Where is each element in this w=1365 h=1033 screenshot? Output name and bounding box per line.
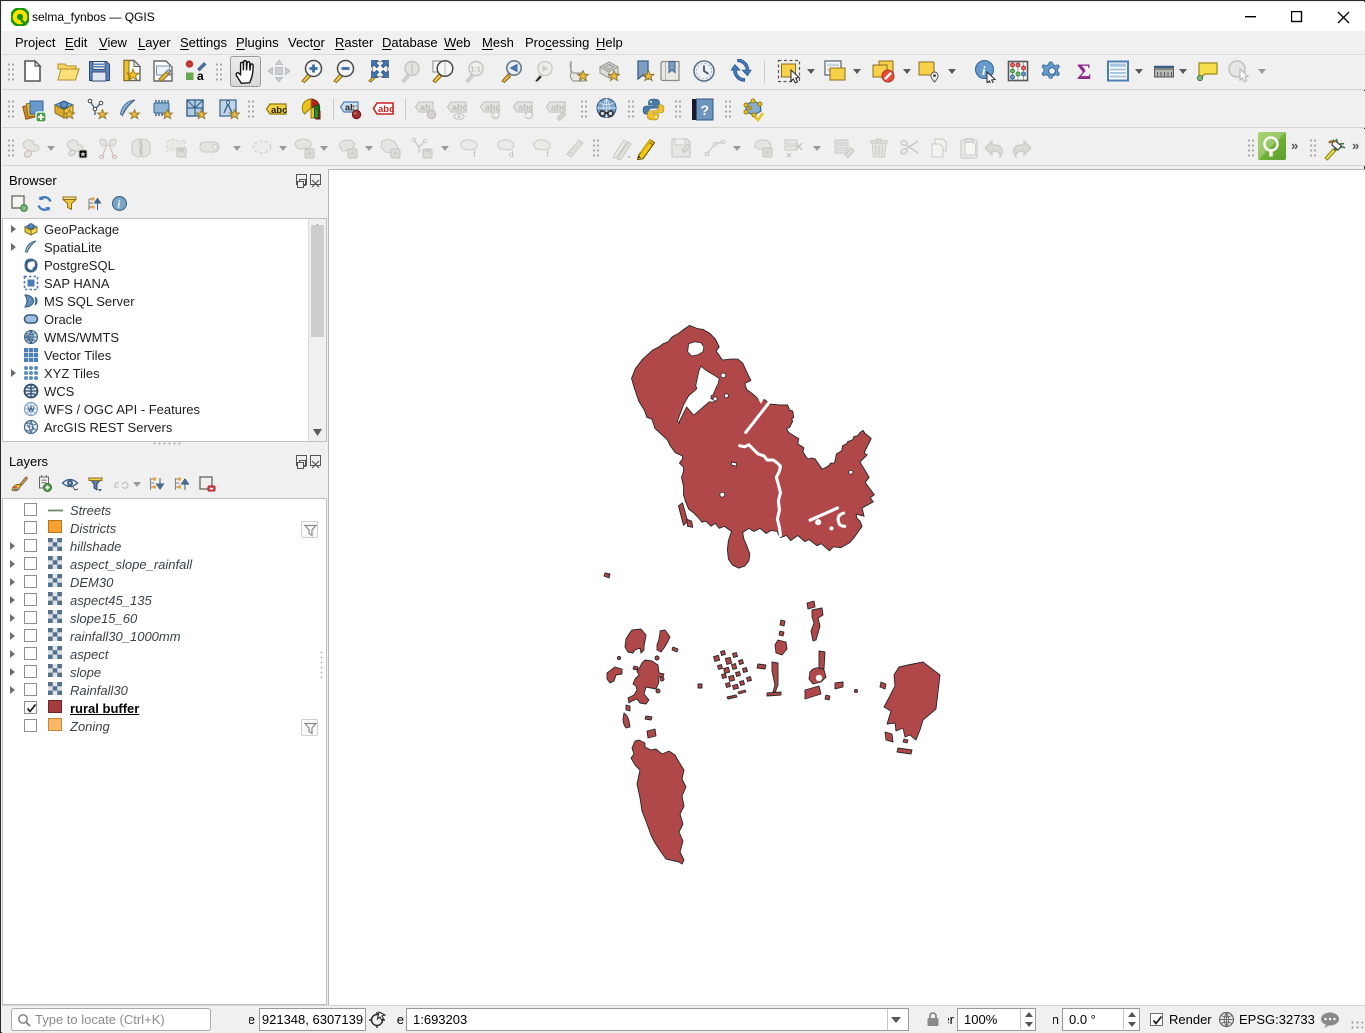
svg-text:d: d [509, 149, 514, 159]
svg-text:f: f [473, 149, 476, 159]
svg-text:i: i [982, 63, 986, 78]
svg-text:f: f [546, 149, 549, 159]
svg-text:abc: abc [551, 103, 567, 113]
svg-text:abc: abc [518, 103, 534, 113]
svg-text:1:1: 1:1 [471, 67, 481, 74]
svg-text:abc: abc [271, 105, 287, 116]
svg-text:a: a [197, 69, 204, 83]
svg-text:i: i [118, 200, 121, 211]
svg-text:abc: abc [485, 103, 501, 113]
svg-text:Σ: Σ [1077, 59, 1091, 83]
svg-text:?: ? [701, 102, 710, 118]
svg-text:abc: abc [378, 104, 394, 115]
svg-text:abc: abc [452, 103, 468, 113]
svg-text:ε: ε [114, 476, 120, 491]
